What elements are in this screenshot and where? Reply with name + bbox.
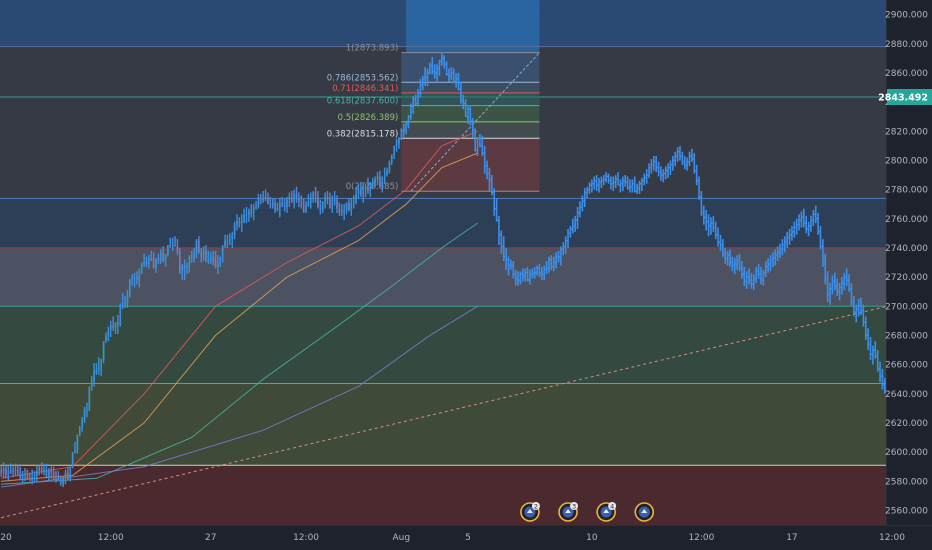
price-tick-label: 2780.000	[885, 186, 928, 196]
time-tick-label: 5	[465, 533, 471, 543]
fib-level-label: 0.382(2815.178)	[327, 129, 399, 139]
price-tick-label: 2660.000	[885, 361, 928, 371]
time-axis[interactable]: 2012:002712:00Aug51012:001712:002427Sep	[0, 525, 932, 550]
event-marker[interactable]	[634, 502, 655, 522]
price-tick-label: 2600.000	[885, 448, 928, 458]
fib-zone	[401, 92, 540, 106]
fib-level-label: 0.71(2846.341)	[332, 84, 398, 94]
event-count-label: 3	[572, 502, 576, 510]
time-tick-label: 12:00	[293, 533, 319, 543]
price-tick-label: 2620.000	[885, 419, 928, 429]
band	[0, 383, 886, 466]
price-tick-label: 2900.000	[885, 11, 928, 21]
band	[0, 465, 886, 525]
price-tick-label: 2680.000	[885, 331, 928, 341]
time-tick-label: 12:00	[98, 533, 124, 543]
price-tick-label: 2640.000	[885, 390, 928, 400]
event-marker[interactable]: 4	[596, 502, 617, 522]
price-chart[interactable]: 1(2873.893) 0.786(2853.562)0.71(2846.341)…	[0, 0, 932, 550]
current-price-label: 2843.492	[878, 92, 928, 103]
fib-level-label: 0.786(2853.562)	[327, 73, 399, 83]
price-tick-label: 2800.000	[885, 156, 928, 166]
time-highlight-rect	[406, 0, 540, 53]
price-tick-label: 2880.000	[885, 40, 928, 50]
time-tick-label: 10	[586, 533, 598, 543]
time-tick-label: 12:00	[879, 533, 905, 543]
price-tick-label: 2580.000	[885, 477, 928, 487]
chart-root: 1(2873.893) 0.786(2853.562) 0.71(2846.341)…	[0, 0, 932, 550]
event-count-label: 2	[534, 502, 538, 510]
price-tick-label: 2560.000	[885, 506, 928, 516]
time-tick-label: 20	[0, 533, 12, 543]
time-tick-label: 17	[786, 533, 797, 543]
fib-zone	[401, 138, 540, 192]
fib-level-label: 1(2873.893)	[346, 44, 399, 54]
event-marker[interactable]: 3	[558, 502, 579, 522]
event-marker[interactable]: 2	[520, 502, 540, 522]
time-tick-label: 12:00	[688, 533, 714, 543]
band	[0, 198, 886, 248]
band	[0, 306, 886, 384]
fib-level-label: 0.618(2837.600)	[327, 97, 399, 107]
price-tick-label: 2820.000	[885, 127, 928, 137]
time-highlight	[406, 0, 540, 53]
price-tick-label: 2720.000	[885, 273, 928, 283]
price-tick-label: 2860.000	[885, 69, 928, 79]
fib-level-label: 0.5(2826.389)	[338, 113, 399, 123]
price-tick-label: 2700.000	[885, 302, 928, 312]
price-tick-label: 2760.000	[885, 215, 928, 225]
event-count-label: 4	[610, 502, 614, 510]
price-axis[interactable]: 2900.0002880.0002860.0002840.0002820.000…	[878, 0, 932, 550]
price-tick-label: 2740.000	[885, 244, 928, 254]
time-tick-label: 27	[205, 533, 216, 543]
time-tick-label: Aug	[393, 533, 411, 543]
